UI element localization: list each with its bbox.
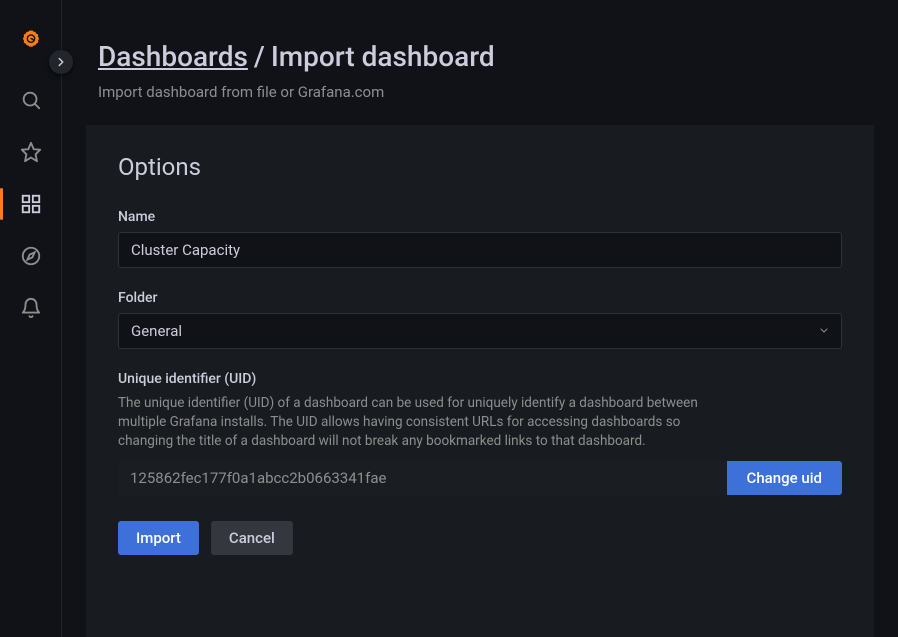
breadcrumb-current: Import dashboard <box>271 40 495 73</box>
name-label: Name <box>118 209 842 225</box>
section-title: Options <box>118 153 842 181</box>
breadcrumb-link-dashboards[interactable]: Dashboards <box>98 40 248 73</box>
sidebar-item-search[interactable] <box>7 76 55 124</box>
sidebar <box>0 0 62 637</box>
page-subtitle: Import dashboard from file or Grafana.co… <box>98 83 862 101</box>
sidebar-item-starred[interactable] <box>7 128 55 176</box>
import-button[interactable]: Import <box>118 521 199 555</box>
uid-input <box>118 461 727 495</box>
uid-field-group: Unique identifier (UID) The unique ident… <box>118 371 842 495</box>
form-actions: Import Cancel <box>118 521 842 555</box>
breadcrumb: Dashboards / Import dashboard <box>98 40 862 73</box>
uid-help-text: The unique identifier (UID) of a dashboa… <box>118 394 698 451</box>
options-panel: Options Name Folder Unique identifier (U… <box>86 125 874 637</box>
main-content: Dashboards / Import dashboard Import das… <box>62 0 898 637</box>
page-header: Dashboards / Import dashboard Import das… <box>62 0 898 125</box>
breadcrumb-separator: / <box>254 40 265 73</box>
sidebar-item-explore[interactable] <box>7 232 55 280</box>
folder-field-group: Folder <box>118 290 842 349</box>
name-input[interactable] <box>118 232 842 268</box>
sidebar-item-dashboards[interactable] <box>7 180 55 228</box>
name-field-group: Name <box>118 209 842 268</box>
change-uid-button[interactable]: Change uid <box>727 461 842 495</box>
grafana-logo-icon[interactable] <box>7 16 55 64</box>
cancel-button[interactable]: Cancel <box>211 521 293 555</box>
expand-sidebar-button[interactable] <box>49 50 73 74</box>
folder-label: Folder <box>118 290 842 306</box>
uid-label: Unique identifier (UID) <box>118 371 842 387</box>
folder-select[interactable] <box>118 313 842 349</box>
sidebar-item-alerting[interactable] <box>7 284 55 332</box>
